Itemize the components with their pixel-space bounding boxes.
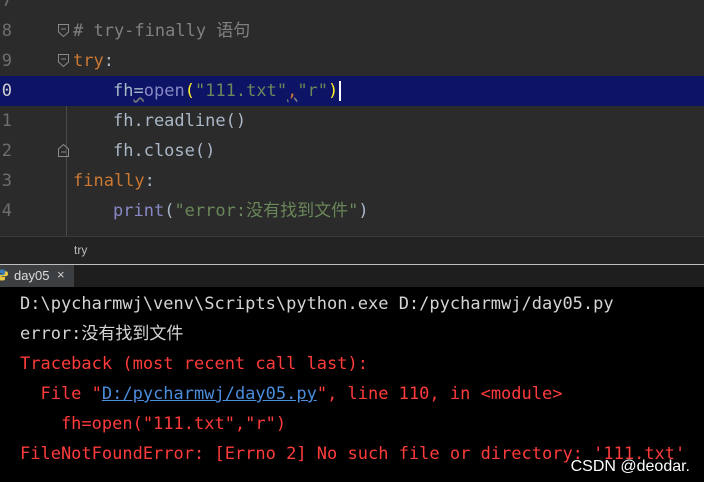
line-number: 9 (1, 51, 12, 71)
keyword-try: try (73, 51, 104, 71)
console-command-line: D:\pycharmwj\venv\Scripts\python.exe D:/… (20, 294, 614, 314)
string-arg: "111.txt" (194, 81, 288, 101)
fold-end-icon[interactable] (58, 144, 69, 157)
run-tab-day05[interactable]: day05 × (0, 265, 74, 289)
traceback-file-prefix: File " (20, 384, 102, 404)
line-number: 2 (1, 141, 12, 161)
line-number: 4 (1, 201, 12, 221)
breadcrumb: try (0, 236, 704, 265)
string-arg: "error:没有找到文件" (174, 201, 359, 221)
builtin-open: open (143, 81, 185, 101)
code-text: fh.close() (113, 141, 216, 161)
line-number: 1 (1, 111, 12, 131)
traceback-file-suffix: ", line 110, in <module> (316, 384, 563, 404)
breadcrumb-item[interactable]: try (74, 243, 87, 257)
variable-fh: fh (113, 81, 134, 101)
traceback-file-link[interactable]: D:/pycharmwj/day05.py (102, 384, 317, 404)
code-line-11[interactable]: 1 fh.readline() (0, 106, 704, 136)
open-paren: ( (184, 81, 195, 101)
builtin-print: print (113, 201, 165, 221)
comma: , (287, 81, 298, 101)
code-text: print("error:没有找到文件") (113, 196, 369, 226)
code-editor[interactable]: 7 8 # try-finally 语句 9 try: 0 fh=open("1… (0, 0, 704, 236)
colon: : (144, 171, 155, 191)
code-line-12[interactable]: 2 fh.close() (0, 136, 704, 166)
code-line-14[interactable]: 4 print("error:没有找到文件") (0, 196, 704, 226)
traceback-header: Traceback (most recent call last): (20, 354, 368, 374)
run-tab-label: day05 (14, 268, 50, 283)
code-text: finally: (73, 166, 155, 196)
open-paren: ( (164, 201, 175, 221)
watermark: CSDN @deodar. (570, 458, 690, 475)
code-line-13[interactable]: 3 finally: (0, 166, 704, 196)
code-text: try: (73, 46, 114, 76)
traceback-code-line: fh=open("111.txt","r") (20, 414, 287, 434)
keyword-finally: finally (73, 171, 145, 191)
line-number: 8 (1, 21, 12, 41)
line-number: 7 (1, 0, 12, 11)
close-paren: ) (328, 81, 339, 101)
close-icon[interactable]: × (57, 267, 65, 282)
code-text: fh=open("111.txt","r") (113, 76, 342, 106)
code-text: fh.readline() (113, 111, 247, 131)
text-caret (339, 81, 342, 101)
python-icon (0, 269, 8, 281)
line-number: 3 (1, 171, 12, 191)
comment-text: # try-finally 语句 (73, 21, 251, 41)
code-line-9[interactable]: 9 try: (0, 46, 704, 76)
line-number: 0 (1, 81, 12, 101)
string-arg: "r" (297, 81, 329, 101)
console-output-line: error:没有找到文件 (20, 324, 184, 344)
code-line-8[interactable]: 8 # try-finally 语句 (0, 16, 704, 46)
fold-collapse-icon[interactable] (58, 54, 69, 67)
close-paren: ) (358, 201, 369, 221)
colon: : (103, 51, 114, 71)
run-console[interactable]: D:\pycharmwj\venv\Scripts\python.exe D:/… (0, 287, 704, 482)
equals-sign: = (133, 81, 144, 101)
traceback-file-line: File "D:/pycharmwj/day05.py", line 110, … (20, 379, 562, 409)
code-line-current[interactable]: 0 fh=open("111.txt","r") (0, 76, 704, 106)
fold-collapse-icon[interactable] (58, 24, 69, 37)
run-tool-window-tabs: day05 × (0, 264, 704, 289)
code-line-7[interactable]: 7 (0, 0, 704, 16)
